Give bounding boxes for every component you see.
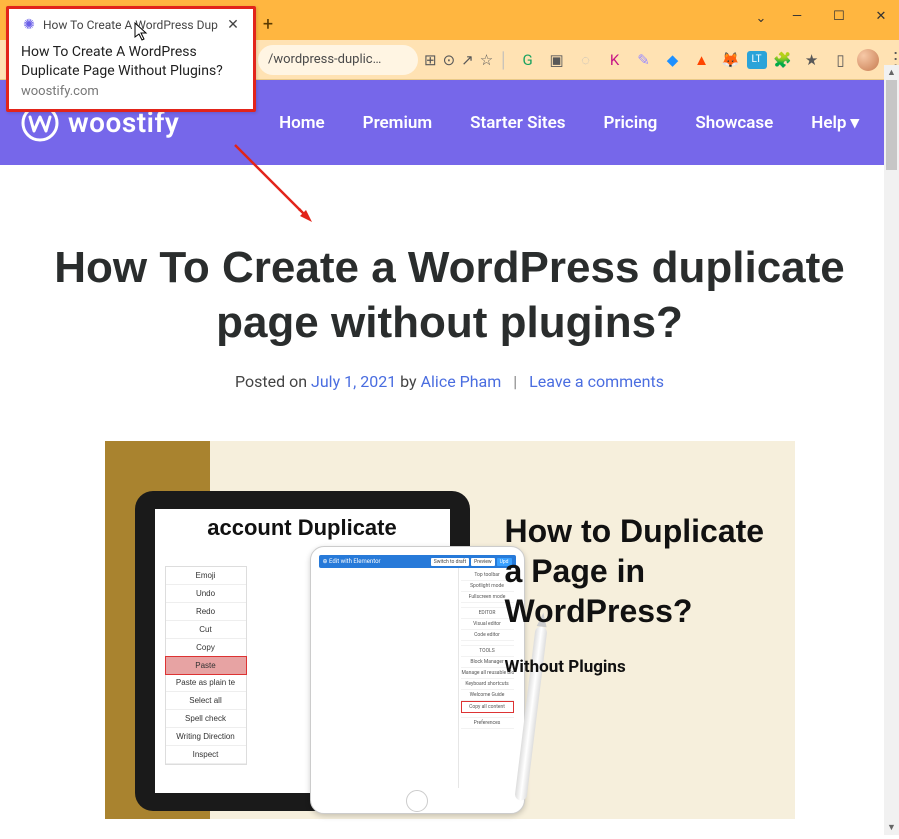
- mini-opt: Welcome Guide: [461, 690, 514, 701]
- bookmark-icon[interactable]: ☆: [480, 47, 493, 73]
- mini-opt-copy-all: Copy all content: [461, 701, 514, 713]
- context-menu: Emoji Undo Redo Cut Copy Paste Paste as …: [165, 566, 247, 765]
- translate-icon[interactable]: ⊞: [424, 47, 437, 73]
- nav-showcase[interactable]: Showcase: [695, 113, 773, 133]
- ctx-item: Copy: [166, 639, 246, 657]
- zoom-icon[interactable]: ⊙: [443, 47, 456, 73]
- sidepanel-icon[interactable]: ▯: [828, 47, 854, 73]
- tooltip-domain: woostify.com: [21, 84, 241, 99]
- maximize-button[interactable]: ☐: [827, 4, 851, 28]
- separator-icon: │: [499, 47, 508, 73]
- mini-btn: Switch to draft: [431, 558, 469, 566]
- leave-comments-link[interactable]: Leave a comments: [529, 372, 664, 391]
- ctx-item: Writing Direction: [166, 728, 246, 746]
- tooltip-favicon-icon: ✺: [21, 17, 37, 33]
- scroll-down-icon[interactable]: ▼: [884, 820, 899, 835]
- ipad-title: account Duplicate: [165, 515, 440, 541]
- hero-mini-ipad: ⊕ Edit with Elementor Switch to draft Pr…: [310, 546, 525, 814]
- minimize-button[interactable]: —: [785, 4, 809, 28]
- nav-home[interactable]: Home: [279, 113, 325, 133]
- nav-help[interactable]: Help ▾: [811, 113, 859, 133]
- ctx-item-paste: Paste: [165, 656, 247, 675]
- ctx-item: Spell check: [166, 710, 246, 728]
- hero-sub: Without Plugins: [505, 657, 770, 677]
- hero-image: account Duplicate Emoji Undo Redo Cut Co…: [105, 441, 795, 819]
- nav-premium[interactable]: Premium: [363, 113, 432, 133]
- mini-opt: Keyboard shortcuts: [461, 679, 514, 690]
- ext-icon-2[interactable]: ▣: [544, 47, 570, 73]
- article: How To Create a WordPress duplicate page…: [0, 165, 899, 839]
- bookmarks-icon[interactable]: ★: [799, 47, 825, 73]
- tooltip-tab-close-icon[interactable]: ✕: [225, 17, 241, 33]
- main-nav: Home Premium Starter Sites Pricing Showc…: [279, 113, 859, 133]
- ctx-item: Inspect: [166, 746, 246, 764]
- nav-pricing[interactable]: Pricing: [603, 113, 657, 133]
- window-controls: — ☐ ✕: [785, 4, 893, 28]
- ctx-item: Undo: [166, 585, 246, 603]
- share-icon[interactable]: ↗: [461, 47, 474, 73]
- by-label: by: [396, 372, 420, 391]
- nav-starter-sites[interactable]: Starter Sites: [470, 113, 565, 133]
- tooltip-tab-title: How To Create A WordPress Dup: [43, 18, 218, 32]
- meta-separator: |: [513, 372, 517, 391]
- extensions-icon[interactable]: 🧩: [770, 47, 796, 73]
- ctx-item: Redo: [166, 603, 246, 621]
- scrollbar-thumb[interactable]: [886, 80, 897, 170]
- ext-lt-icon[interactable]: LT: [747, 51, 767, 69]
- ext-icon-3[interactable]: ◌: [573, 47, 599, 73]
- mini-btn: Preview: [471, 558, 494, 566]
- nav-help-label: Help: [811, 113, 846, 133]
- article-meta: Posted on July 1, 2021 by Alice Pham | L…: [30, 372, 869, 391]
- home-button-icon: [406, 790, 428, 812]
- hero-heading: How to Duplicate a Page in WordPress?: [505, 511, 770, 631]
- ext-icon-5[interactable]: ✎: [631, 47, 657, 73]
- tooltip-full-title: How To Create A WordPress Duplicate Page…: [21, 43, 241, 81]
- profile-avatar[interactable]: [857, 49, 879, 71]
- page-scrollbar[interactable]: ▲ ▼: [884, 80, 899, 835]
- ext-icon-7[interactable]: ▲: [689, 47, 715, 73]
- ctx-item: Emoji: [166, 567, 246, 585]
- close-window-button[interactable]: ✕: [869, 4, 893, 28]
- ext-metamask-icon[interactable]: 🦊: [718, 47, 744, 73]
- mini-toolbar-label: Edit with Elementor: [329, 558, 381, 565]
- tab-tooltip: ✺ How To Create A WordPress Dup ✕ How To…: [6, 6, 256, 112]
- ctx-item: Cut: [166, 621, 246, 639]
- article-date[interactable]: July 1, 2021: [311, 372, 396, 391]
- ext-icon-4[interactable]: K: [602, 47, 628, 73]
- cursor-icon: [134, 22, 150, 46]
- scroll-up-icon[interactable]: ▲: [884, 65, 899, 80]
- ctx-item: Select all: [166, 692, 246, 710]
- tabs-dropdown-icon[interactable]: ⌄: [749, 6, 773, 30]
- article-heading: How To Create a WordPress duplicate page…: [30, 240, 869, 350]
- posted-on-label: Posted on: [235, 372, 311, 391]
- hero-text: How to Duplicate a Page in WordPress? Wi…: [505, 511, 770, 677]
- address-bar[interactable]: /wordpress-duplic…: [258, 45, 418, 75]
- annotation-arrow-icon: [230, 140, 320, 230]
- article-author[interactable]: Alice Pham: [421, 372, 502, 391]
- ext-grammarly-icon[interactable]: G: [515, 47, 541, 73]
- ctx-item: Paste as plain te: [166, 674, 246, 692]
- url-text: /wordpress-duplic…: [268, 52, 381, 67]
- extensions-bar: G ▣ ◌ K ✎ ◆ ▲ 🦊 LT 🧩 ★ ▯ ⋮: [515, 47, 899, 73]
- chevron-down-icon: ▾: [850, 113, 859, 133]
- new-tab-button[interactable]: +: [254, 10, 282, 38]
- mini-opt: Preferences: [461, 718, 514, 729]
- ext-icon-6[interactable]: ◆: [660, 47, 686, 73]
